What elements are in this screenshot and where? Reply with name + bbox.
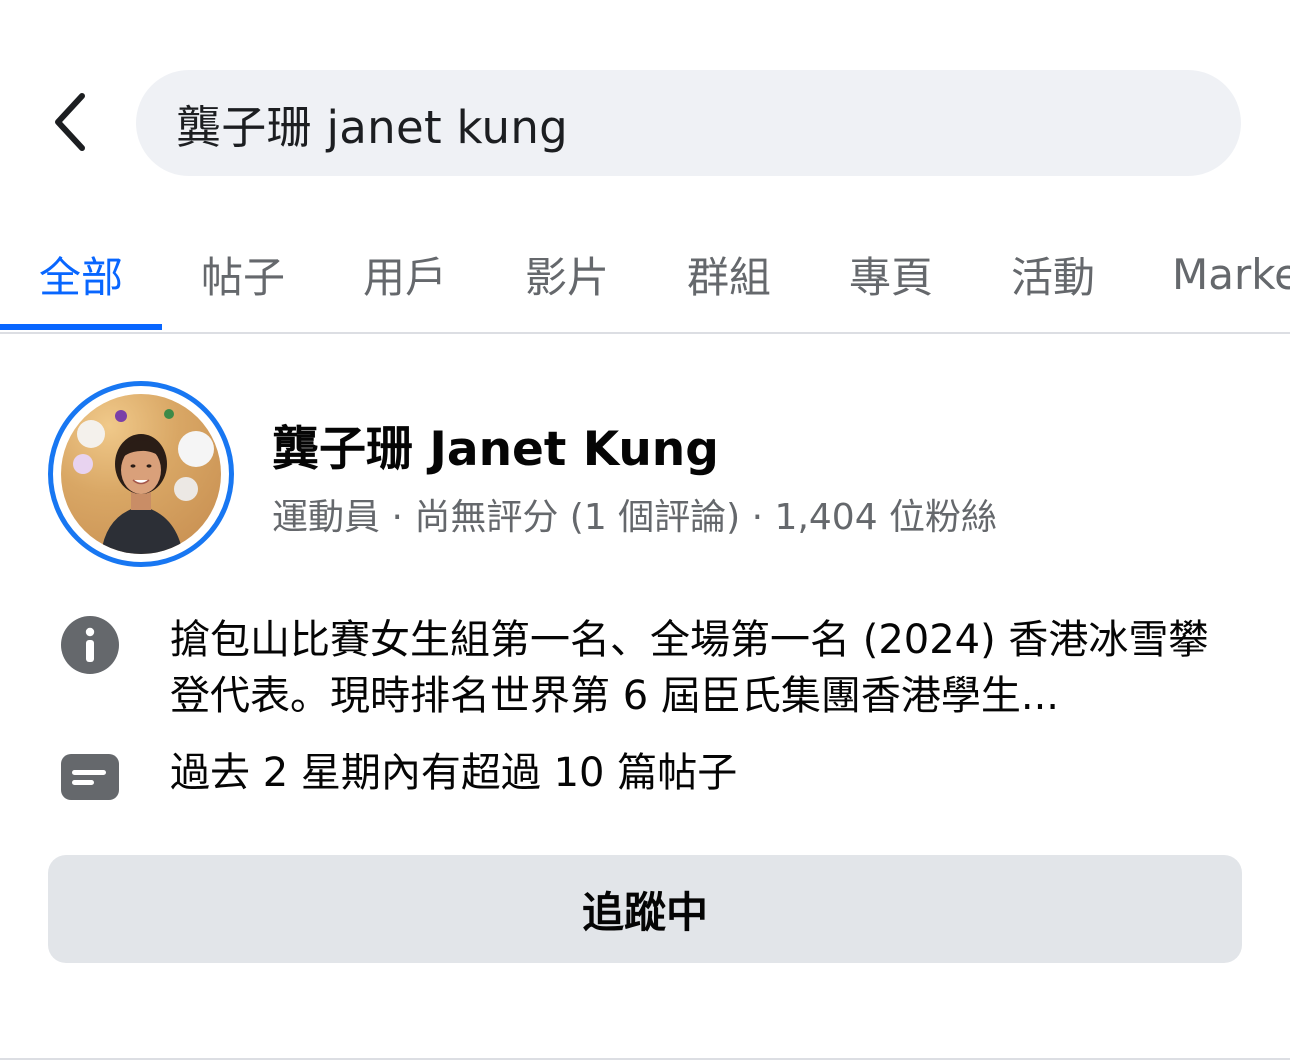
filter-tabs: 全部 帖子 用戶 影片 群組 專頁 活動 Marke xyxy=(0,218,1290,334)
tab-posts[interactable]: 帖子 xyxy=(162,218,324,330)
posts-activity: 過去 2 星期內有超過 10 篇帖子 xyxy=(170,750,738,796)
tab-videos[interactable]: 影片 xyxy=(486,218,648,330)
tab-marketplace[interactable]: Marke xyxy=(1172,218,1290,330)
tab-events[interactable]: 活動 xyxy=(972,218,1134,330)
profile-avatar[interactable] xyxy=(48,381,234,567)
search-input[interactable]: 龔子珊 janet kung xyxy=(136,70,1241,176)
profile-about: 搶包山比賽女生組第一名、全場第一名 (2024) 香港冰雪攀登代表。現時排名世界… xyxy=(170,617,1209,719)
tab-people[interactable]: 用戶 xyxy=(324,218,486,330)
chevron-left-icon xyxy=(50,90,90,158)
info-circle-icon xyxy=(60,615,120,675)
profile-meta: 運動員 · 尚無評分 (1 個評論) · 1,404 位粉絲 xyxy=(272,497,998,538)
divider xyxy=(0,1058,1290,1060)
avatar xyxy=(61,394,221,554)
search-query: 龔子珊 janet kung xyxy=(176,100,569,154)
back-button[interactable] xyxy=(38,88,102,160)
active-tab-indicator xyxy=(0,324,162,330)
profile-name[interactable]: 龔子珊 Janet Kung xyxy=(272,410,719,479)
tab-groups[interactable]: 群組 xyxy=(648,218,810,330)
tab-pages[interactable]: 專頁 xyxy=(810,218,972,330)
following-button[interactable]: 追蹤中 xyxy=(48,855,1242,963)
tab-all[interactable]: 全部 xyxy=(0,218,162,330)
posts-card-icon xyxy=(60,746,120,806)
